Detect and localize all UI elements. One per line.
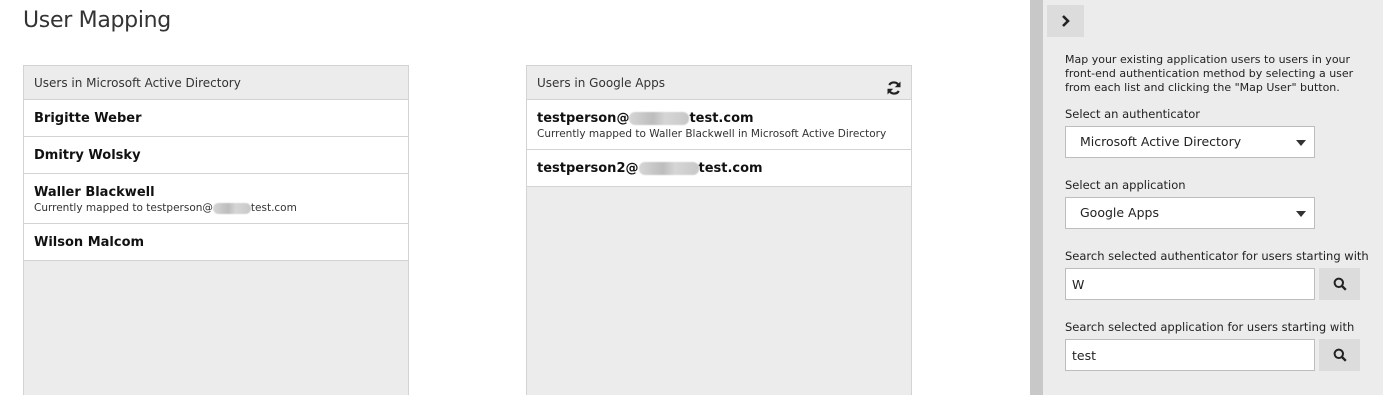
- redacted-domain: [212, 202, 251, 214]
- authenticator-label: Select an authenticator: [1065, 107, 1200, 121]
- ad-user-item[interactable]: Waller Blackwell Currently mapped to tes…: [24, 174, 408, 224]
- app-search-label: Search selected application for users st…: [1065, 320, 1355, 334]
- ad-user-item[interactable]: Wilson Malcom: [24, 224, 408, 261]
- collapse-sidebar-button[interactable]: [1047, 5, 1084, 37]
- google-user-name: testperson@ test.com: [537, 110, 901, 127]
- auth-search-button[interactable]: [1319, 268, 1360, 300]
- google-user-item[interactable]: testperson@ test.com Currently mapped to …: [527, 100, 911, 150]
- ad-user-name: Brigitte Weber: [34, 111, 142, 126]
- google-users-panel-title: Users in Google Apps: [537, 76, 665, 90]
- user-mapping-page: User Mapping Users in Microsoft Active D…: [0, 0, 1383, 395]
- mapping-sidebar: Map your existing application users to u…: [1043, 0, 1383, 395]
- app-search-button[interactable]: [1319, 339, 1360, 371]
- auth-search-input[interactable]: [1065, 268, 1315, 300]
- application-select-value: Google Apps: [1080, 205, 1159, 220]
- ad-user-name: Dmitry Wolsky: [34, 148, 141, 163]
- page-title: User Mapping: [23, 8, 171, 33]
- search-icon: [1333, 348, 1347, 362]
- app-search-input[interactable]: [1065, 339, 1315, 371]
- search-icon: [1333, 277, 1347, 291]
- google-user-name-prefix: testperson@: [537, 111, 630, 126]
- redacted-domain: [629, 112, 690, 125]
- ad-user-item[interactable]: Dmitry Wolsky: [24, 137, 408, 174]
- application-select[interactable]: Google Apps: [1065, 197, 1315, 229]
- authenticator-select[interactable]: Microsoft Active Directory: [1065, 126, 1315, 158]
- google-user-mapped-note: Currently mapped to Waller Blackwell in …: [537, 128, 887, 140]
- google-user-item[interactable]: testperson2@ test.com: [527, 150, 911, 187]
- google-user-name: testperson2@ test.com: [537, 160, 901, 177]
- ad-user-name: Wilson Malcom: [34, 235, 145, 250]
- auth-search-label: Search selected authenticator for users …: [1065, 249, 1369, 263]
- authenticator-select-value: Microsoft Active Directory: [1080, 134, 1242, 149]
- google-user-name-prefix: testperson2@: [537, 161, 639, 176]
- mapped-note-prefix: Currently mapped to testperson@: [34, 202, 213, 214]
- google-users-panel-header: Users in Google Apps: [527, 66, 911, 100]
- chevron-right-icon: [1062, 15, 1070, 27]
- ad-user-name: Waller Blackwell: [34, 185, 155, 200]
- mapped-note-suffix: test.com: [250, 202, 297, 214]
- sidebar-scroll-handle[interactable]: [1030, 0, 1043, 395]
- application-label: Select an application: [1065, 178, 1186, 192]
- ad-users-panel: Users in Microsoft Active Directory Brig…: [23, 65, 409, 395]
- refresh-icon[interactable]: [886, 75, 902, 95]
- google-users-panel: Users in Google Apps testperson@ test.com…: [526, 65, 912, 395]
- dropdown-caret-icon: [1296, 140, 1306, 146]
- redacted-domain: [638, 162, 699, 175]
- ad-users-panel-header: Users in Microsoft Active Directory: [24, 66, 408, 100]
- google-user-name-suffix: test.com: [698, 161, 763, 176]
- ad-user-item[interactable]: Brigitte Weber: [24, 100, 408, 137]
- ad-user-mapped-note: Currently mapped to testperson@ test.com: [34, 202, 398, 215]
- dropdown-caret-icon: [1296, 211, 1306, 217]
- google-user-name-suffix: test.com: [689, 111, 754, 126]
- sidebar-help-text: Map your existing application users to u…: [1065, 53, 1354, 94]
